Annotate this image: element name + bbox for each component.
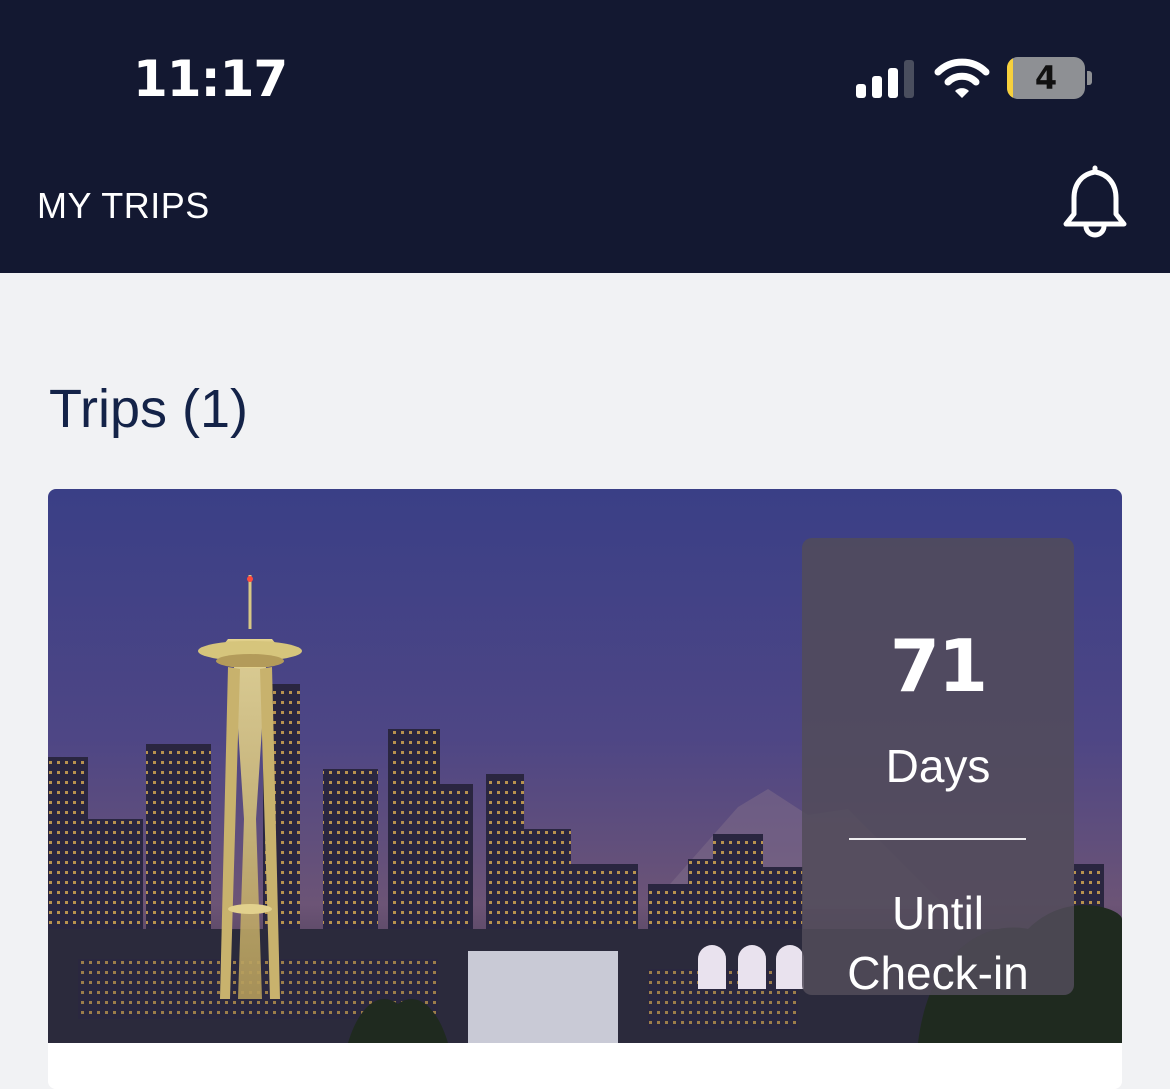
trip-card-body bbox=[48, 1043, 1122, 1089]
countdown-caption: Until Check-in bbox=[802, 883, 1074, 1003]
checkin-countdown: 71 Days Until Check-in bbox=[802, 538, 1074, 999]
countdown-caption-line2: Check-in bbox=[847, 947, 1029, 999]
trips-section-title: Trips (1) bbox=[49, 379, 248, 439]
trip-card[interactable]: 71 Days Until Check-in bbox=[48, 489, 1122, 1089]
countdown-caption-line1: Until bbox=[891, 887, 985, 939]
battery-icon: 4 bbox=[1007, 57, 1085, 99]
status-time: 11:17 bbox=[133, 50, 288, 108]
countdown-days-label: Days bbox=[885, 740, 991, 792]
wifi-icon bbox=[934, 58, 990, 98]
battery-level: 4 bbox=[1034, 59, 1058, 97]
countdown-days-value: 71 bbox=[889, 624, 988, 708]
page-title: MY TRIPS bbox=[37, 185, 210, 226]
status-bar: 11:17 4 bbox=[0, 0, 1170, 140]
countdown-divider bbox=[849, 838, 1026, 840]
cellular-signal-icon bbox=[856, 58, 916, 98]
battery-nub bbox=[1087, 71, 1092, 85]
bell-icon[interactable] bbox=[1060, 162, 1130, 242]
app-header: MY TRIPS bbox=[0, 140, 1170, 273]
